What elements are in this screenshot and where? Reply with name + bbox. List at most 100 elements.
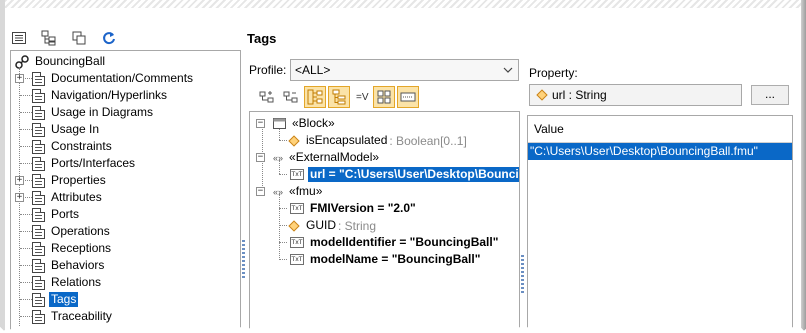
tree-item[interactable]: Navigation/Hyperlinks (32, 87, 169, 104)
expand-all-icon[interactable] (256, 86, 278, 108)
text-value-icon: TxT (290, 203, 304, 214)
tree-item[interactable]: Constraints (32, 138, 114, 155)
tree-item-label: Constraints (51, 139, 112, 153)
page-icon (32, 224, 45, 239)
grid-view-icon[interactable] (372, 86, 395, 108)
property-icon (288, 219, 300, 232)
tag-guid-name: GUID (306, 218, 336, 232)
refresh-icon[interactable] (100, 29, 118, 47)
tag-row-modelname[interactable]: TxT modelName = "BouncingBall" (290, 251, 482, 268)
tree-root[interactable]: BouncingBall (15, 53, 107, 70)
tree-line (20, 265, 32, 266)
list-view-icon[interactable] (10, 29, 28, 47)
page-icon (32, 207, 45, 222)
fmu-stereotype-label: «fmu» (289, 184, 323, 198)
tree-line (20, 299, 32, 300)
tree-item-label: Relations (51, 275, 102, 289)
tree-line (279, 242, 287, 243)
tree-item-label: Operations (51, 224, 110, 238)
text-value-icon: TxT (290, 237, 304, 248)
tree-item[interactable]: Receptions (32, 240, 113, 257)
window-top-edge (0, 0, 806, 8)
tree-item-label: Tags (49, 292, 79, 307)
tag-group-block[interactable]: − «Block» (256, 115, 337, 132)
tag-name: isEncapsulated (306, 133, 388, 147)
tree-item-label: Ports/Interfaces (51, 156, 136, 170)
specification-tree[interactable]: BouncingBall + Documentation/Comments Navi… (10, 50, 241, 333)
page-icon (32, 139, 45, 154)
collapse-toggle[interactable]: − (256, 119, 265, 128)
window-left-edge (0, 0, 5, 333)
tag-row-fmiversion[interactable]: TxT FMIVersion = "2.0" (290, 200, 418, 217)
value-cell[interactable]: "C:\Users\User\Desktop\BouncingBall.fmu" (528, 143, 792, 160)
torn-edge (0, 323, 806, 333)
tree-item[interactable]: Behaviors (32, 257, 106, 274)
value-column-header[interactable]: Value (528, 116, 792, 143)
page-icon (32, 122, 45, 137)
value-table[interactable]: Value "C:\Users\User\Desktop\BouncingBal… (527, 115, 793, 333)
specification-toolbar (10, 28, 118, 48)
tag-group-externalmodel[interactable]: − «» «ExternalModel» (256, 149, 381, 166)
page-icon (32, 173, 45, 188)
window-right-edge (801, 0, 806, 333)
tree-line (20, 129, 32, 130)
block-stereotype-icon (273, 118, 286, 129)
tree-item[interactable]: Usage In (32, 121, 101, 138)
text-view-icon[interactable] (396, 86, 419, 108)
tree-item[interactable]: Operations (32, 223, 112, 240)
page-icon (32, 292, 45, 307)
expand-toggle[interactable]: + (15, 193, 24, 202)
profile-select[interactable]: <ALL> (290, 59, 519, 81)
tree-item[interactable]: Attributes (32, 189, 104, 206)
tag-row-isencapsulated[interactable]: isEncapsulated : Boolean[0..1] (287, 132, 467, 149)
chevron-down-icon (503, 62, 513, 86)
stereotype-icon: «» (273, 186, 284, 197)
tree-item[interactable]: Tags (32, 291, 79, 308)
tree-line (20, 248, 32, 249)
page-icon (32, 309, 45, 324)
copy-icon[interactable] (70, 29, 88, 47)
tree-item[interactable]: Relations (32, 274, 103, 291)
splitter-middle[interactable] (521, 255, 524, 295)
text-value-icon: TxT (290, 254, 304, 265)
tree-item[interactable]: Documentation/Comments (32, 70, 195, 87)
page-icon (32, 105, 45, 120)
tree-item-label: Traceability (51, 309, 112, 323)
browse-button[interactable]: ... (751, 85, 789, 105)
splitter-left[interactable] (242, 240, 245, 280)
tree-item-label: Navigation/Hyperlinks (51, 88, 168, 102)
expand-toggle[interactable]: + (15, 176, 24, 185)
tree-item[interactable]: Properties (32, 172, 108, 189)
tree-view-icon[interactable] (40, 29, 58, 47)
tree-line (20, 95, 32, 96)
tree-item-label: Ports (51, 207, 80, 221)
collapse-toggle[interactable]: − (256, 187, 265, 196)
tags-tree[interactable]: − «Block» isEncapsulated : Boolean[0..1]… (249, 111, 520, 333)
tag-guid-type: : String (338, 218, 377, 233)
expand-toggle[interactable]: + (15, 74, 24, 83)
profile-select-value: <ALL> (295, 63, 331, 77)
filter-value-label[interactable]: =V (356, 92, 369, 103)
tag-group-fmu[interactable]: − «» «fmu» (256, 183, 324, 200)
tag-row-url[interactable]: TxT url = "C:\Users\User\Desktop\Bouncin (290, 166, 519, 183)
collapse-toggle[interactable]: − (256, 153, 265, 162)
profile-label: Profile: (249, 63, 287, 77)
page-icon (32, 258, 45, 273)
tree-item[interactable]: Usage in Diagrams (32, 104, 155, 121)
property-field[interactable]: url : String (529, 84, 742, 106)
tree-item[interactable]: Ports (32, 206, 81, 223)
tree-line (20, 112, 32, 113)
tree-item[interactable]: Ports/Interfaces (32, 155, 137, 172)
collapse-all-icon[interactable] (280, 86, 302, 108)
tag-row-modelidentifier[interactable]: TxT modelIdentifier = "BouncingBall" (290, 234, 500, 251)
tree-line (20, 163, 32, 164)
show-hierarchy-icon[interactable] (328, 86, 350, 108)
tag-modelname: modelName = "BouncingBall" (310, 252, 481, 266)
tree-line (20, 214, 32, 215)
tree-line (279, 194, 280, 260)
page-icon (32, 275, 45, 290)
tag-url-value[interactable]: url = "C:\Users\User\Desktop\Bouncin (308, 167, 519, 182)
externalmodel-stereotype-label: «ExternalModel» (289, 150, 380, 164)
tag-row-guid[interactable]: GUID : String (287, 217, 376, 234)
show-applied-only-icon[interactable] (304, 86, 326, 108)
